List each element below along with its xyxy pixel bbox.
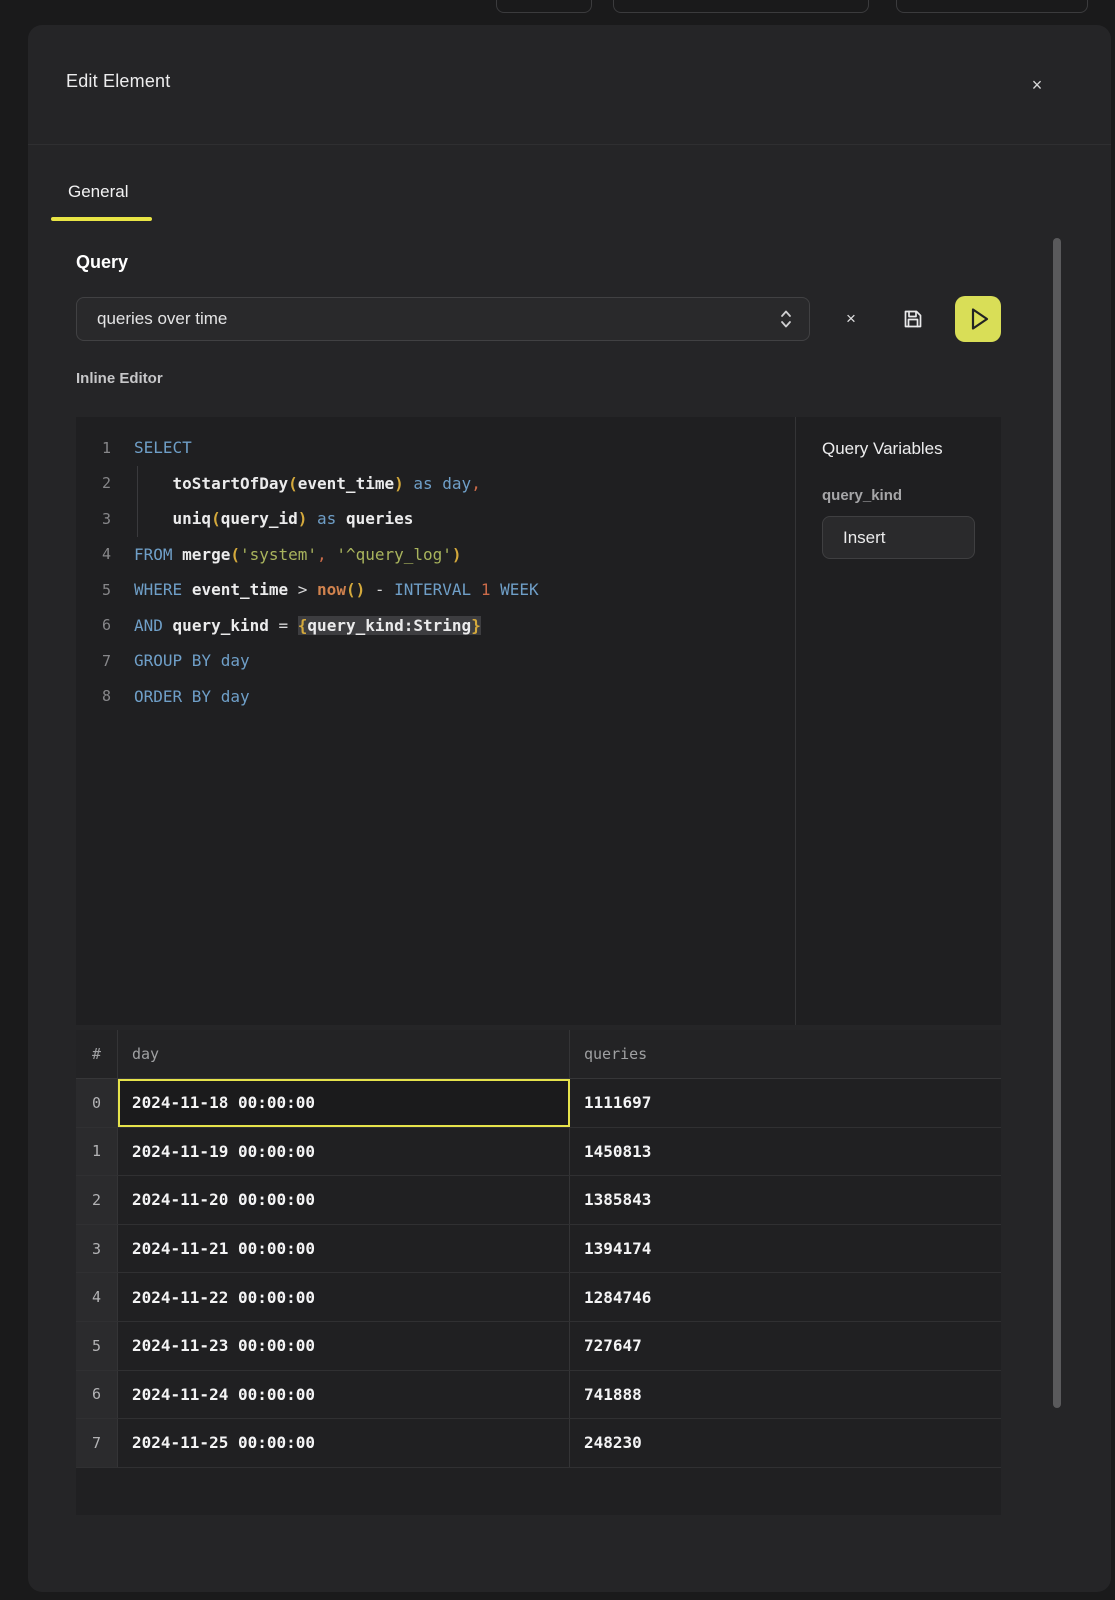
code-area[interactable]: 1SELECT2 toStartOfDay(event_time) as day… (76, 417, 795, 1025)
indent-guide (137, 466, 138, 537)
day-cell[interactable]: 2024-11-22 00:00:00 (118, 1273, 570, 1321)
code-text: ORDER BY day (134, 687, 250, 706)
line-number: 8 (76, 687, 134, 705)
table-header-index: # (76, 1030, 118, 1078)
code-text: SELECT (134, 438, 192, 457)
background-control-outline (896, 0, 1088, 13)
code-text: toStartOfDay(event_time) as day, (134, 474, 481, 493)
play-icon (955, 296, 1001, 342)
row-index-cell: 3 (76, 1225, 118, 1273)
code-line[interactable]: 1SELECT (76, 430, 795, 466)
queries-cell[interactable]: 1394174 (570, 1225, 1001, 1273)
row-index-cell: 7 (76, 1419, 118, 1467)
inline-editor-label: Inline Editor (76, 370, 163, 387)
day-cell[interactable]: 2024-11-20 00:00:00 (118, 1176, 570, 1224)
insert-variable-button[interactable]: Insert (822, 516, 975, 559)
tab-general[interactable]: General (68, 182, 128, 202)
table-row: 72024-11-25 00:00:00248230 (76, 1419, 1001, 1468)
line-number: 3 (76, 510, 134, 528)
query-variables-panel: Query Variables query_kind Insert (795, 417, 1001, 1025)
day-cell[interactable]: 2024-11-19 00:00:00 (118, 1128, 570, 1176)
modal-scrollbar-thumb[interactable] (1053, 238, 1061, 1408)
query-select-value: queries over time (97, 309, 779, 329)
clear-query-button[interactable]: × (836, 305, 866, 333)
day-cell[interactable]: 2024-11-23 00:00:00 (118, 1322, 570, 1370)
modal-header: Edit Element × (28, 25, 1111, 145)
code-text: WHERE event_time > now() - INTERVAL 1 WE… (134, 580, 539, 599)
table-row: 02024-11-18 00:00:001111697 (76, 1079, 1001, 1128)
close-icon[interactable]: × (1022, 70, 1052, 100)
table-header-row: # day queries (76, 1030, 1001, 1079)
code-text: FROM merge('system', '^query_log') (134, 545, 462, 564)
query-section-heading: Query (76, 252, 128, 273)
table-header-queries[interactable]: queries (570, 1030, 1001, 1078)
run-query-button[interactable] (955, 296, 1001, 342)
line-number: 4 (76, 545, 134, 563)
line-number: 5 (76, 581, 134, 599)
code-text: AND query_kind = {query_kind:String} (134, 616, 481, 635)
row-index-cell: 5 (76, 1322, 118, 1370)
row-index-cell: 2 (76, 1176, 118, 1224)
code-line[interactable]: 6AND query_kind = {query_kind:String} (76, 608, 795, 644)
code-line[interactable]: 2 toStartOfDay(event_time) as day, (76, 466, 795, 502)
modal-title: Edit Element (66, 71, 170, 92)
code-line[interactable]: 4FROM merge('system', '^query_log') (76, 537, 795, 573)
table-row: 62024-11-24 00:00:00741888 (76, 1371, 1001, 1420)
day-cell-selected[interactable]: 2024-11-18 00:00:00 (118, 1079, 570, 1127)
save-icon (901, 307, 925, 331)
sql-editor: 1SELECT2 toStartOfDay(event_time) as day… (76, 417, 1001, 1025)
queries-cell[interactable]: 1284746 (570, 1273, 1001, 1321)
table-row: 22024-11-20 00:00:001385843 (76, 1176, 1001, 1225)
code-text: uniq(query_id) as queries (134, 509, 413, 528)
row-index-cell: 6 (76, 1371, 118, 1419)
row-index-cell: 0 (76, 1079, 118, 1127)
day-cell[interactable]: 2024-11-24 00:00:00 (118, 1371, 570, 1419)
code-line[interactable]: 7GROUP BY day (76, 643, 795, 679)
queries-cell[interactable]: 248230 (570, 1419, 1001, 1467)
queries-cell[interactable]: 1111697 (570, 1079, 1001, 1127)
table-row: 32024-11-21 00:00:001394174 (76, 1225, 1001, 1274)
background-control-outline (613, 0, 869, 13)
queries-cell[interactable]: 1385843 (570, 1176, 1001, 1224)
table-header-day[interactable]: day (118, 1030, 570, 1078)
table-row: 12024-11-19 00:00:001450813 (76, 1128, 1001, 1177)
clear-icon: × (846, 309, 856, 329)
queries-cell[interactable]: 1450813 (570, 1128, 1001, 1176)
code-line[interactable]: 5WHERE event_time > now() - INTERVAL 1 W… (76, 572, 795, 608)
code-line[interactable]: 3 uniq(query_id) as queries (76, 501, 795, 537)
line-number: 6 (76, 616, 134, 634)
select-chevrons-icon (779, 308, 793, 330)
day-cell[interactable]: 2024-11-21 00:00:00 (118, 1225, 570, 1273)
day-cell[interactable]: 2024-11-25 00:00:00 (118, 1419, 570, 1467)
save-button[interactable] (897, 303, 929, 335)
results-table: # day queries 02024-11-18 00:00:00111169… (76, 1030, 1001, 1515)
row-index-cell: 4 (76, 1273, 118, 1321)
table-row: 42024-11-22 00:00:001284746 (76, 1273, 1001, 1322)
code-line[interactable]: 8ORDER BY day (76, 679, 795, 715)
query-variables-title: Query Variables (822, 439, 975, 459)
edit-element-modal: Edit Element × General Query queries ove… (28, 25, 1111, 1592)
query-select[interactable]: queries over time (76, 297, 810, 341)
variable-name-label: query_kind (822, 487, 975, 504)
queries-cell[interactable]: 741888 (570, 1371, 1001, 1419)
table-footer (76, 1468, 1001, 1515)
row-index-cell: 1 (76, 1128, 118, 1176)
line-number: 1 (76, 439, 134, 457)
line-number: 2 (76, 474, 134, 492)
queries-cell[interactable]: 727647 (570, 1322, 1001, 1370)
background-control-outline (496, 0, 592, 13)
table-row: 52024-11-23 00:00:00727647 (76, 1322, 1001, 1371)
tab-active-underline (51, 217, 152, 221)
code-text: GROUP BY day (134, 651, 250, 670)
line-number: 7 (76, 652, 134, 670)
